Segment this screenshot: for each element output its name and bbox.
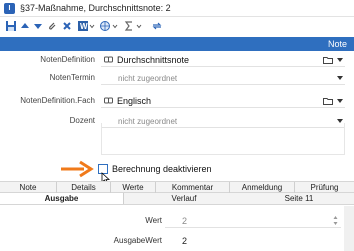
word-icon[interactable]: W [77, 20, 89, 32]
subtab-ausgabe[interactable]: Ausgabe [0, 193, 124, 204]
tab-details[interactable]: Details [57, 182, 111, 193]
toolbar: W [0, 18, 354, 35]
ausgabewert-field[interactable]: 2 [165, 234, 341, 248]
title-bar: I §37-Maßnahme, Durchschnittsnote: 2 [0, 0, 354, 17]
field-label-dozent: Dozent [69, 116, 95, 125]
save-icon[interactable] [5, 20, 17, 32]
notentermin-value: nicht zugeordnet [118, 74, 178, 83]
fach-field[interactable]: Englisch [101, 94, 345, 108]
notendefinition-value: Durchschnittsnote [117, 55, 190, 65]
tab-kommentar[interactable]: Kommentar [156, 182, 230, 193]
folder-icon[interactable] [323, 97, 333, 105]
berechnung-label: Berechnung deaktivieren [112, 164, 212, 174]
attach-icon[interactable] [46, 20, 58, 32]
sum-icon[interactable] [123, 20, 135, 32]
chevron-down-icon[interactable] [89, 20, 95, 32]
arrow-down-icon[interactable] [32, 20, 44, 32]
dropdown-arrow-icon[interactable] [337, 58, 343, 62]
wert-value: 2 [182, 216, 188, 226]
spinner-icon[interactable] [333, 215, 338, 226]
close-icon[interactable] [61, 20, 73, 32]
ausgabe-panel: Wert 2 AusgabeWert 2 [0, 206, 354, 251]
subtab-seite11[interactable]: Seite 11 [244, 193, 354, 204]
tab-note[interactable]: Note [0, 182, 57, 193]
main-tabs: Note Details Werte Kommentar Anmeldung P… [0, 181, 354, 193]
notendefinition-field[interactable]: Durchschnittsnote [101, 53, 345, 67]
wert-label: Wert [145, 216, 162, 225]
tab-anmeldung[interactable]: Anmeldung [230, 182, 295, 193]
globe-icon[interactable] [99, 20, 111, 32]
tab-pruefung[interactable]: Prüfung [295, 182, 354, 193]
comment-area[interactable] [101, 123, 345, 155]
field-label-notendefinition: NotenDefinition [40, 55, 95, 64]
note-form: NotenDefinition Durchschnittsnote NotenT… [0, 51, 354, 180]
ausgabewert-value: 2 [182, 236, 188, 246]
chevron-down-icon-2[interactable] [112, 20, 118, 32]
chevron-down-icon-3[interactable] [136, 20, 142, 32]
app-icon: I [4, 3, 15, 14]
field-label-fach: NotenDefinition.Fach [20, 96, 95, 105]
notentermin-field[interactable]: nicht zugeordnet [101, 71, 345, 85]
field-label-notentermin: NotenTermin [49, 73, 95, 82]
window-title: §37-Maßnahme, Durchschnittsnote: 2 [20, 3, 171, 13]
tab-werte[interactable]: Werte [111, 182, 156, 193]
folder-icon[interactable] [323, 56, 333, 64]
fach-value: Englisch [117, 96, 152, 106]
section-header-label: Note [327, 39, 347, 49]
subtab-verlauf[interactable]: Verlauf [124, 193, 244, 204]
dropdown-arrow-icon[interactable] [337, 99, 343, 103]
refresh-icon[interactable] [151, 20, 163, 32]
highlight-arrow-icon [61, 160, 94, 178]
link-icon [104, 97, 113, 104]
dropdown-arrow-icon[interactable] [337, 76, 343, 80]
ausgabewert-label: AusgabeWert [113, 236, 162, 245]
sub-tabs: Ausgabe Verlauf Seite 11 [0, 193, 354, 205]
arrow-up-icon[interactable] [19, 20, 31, 32]
vertical-scrollbar[interactable] [344, 206, 354, 251]
svg-text:W: W [80, 22, 88, 31]
link-icon [104, 56, 113, 63]
section-header: Note [0, 37, 354, 51]
wert-field[interactable]: 2 [165, 214, 341, 228]
